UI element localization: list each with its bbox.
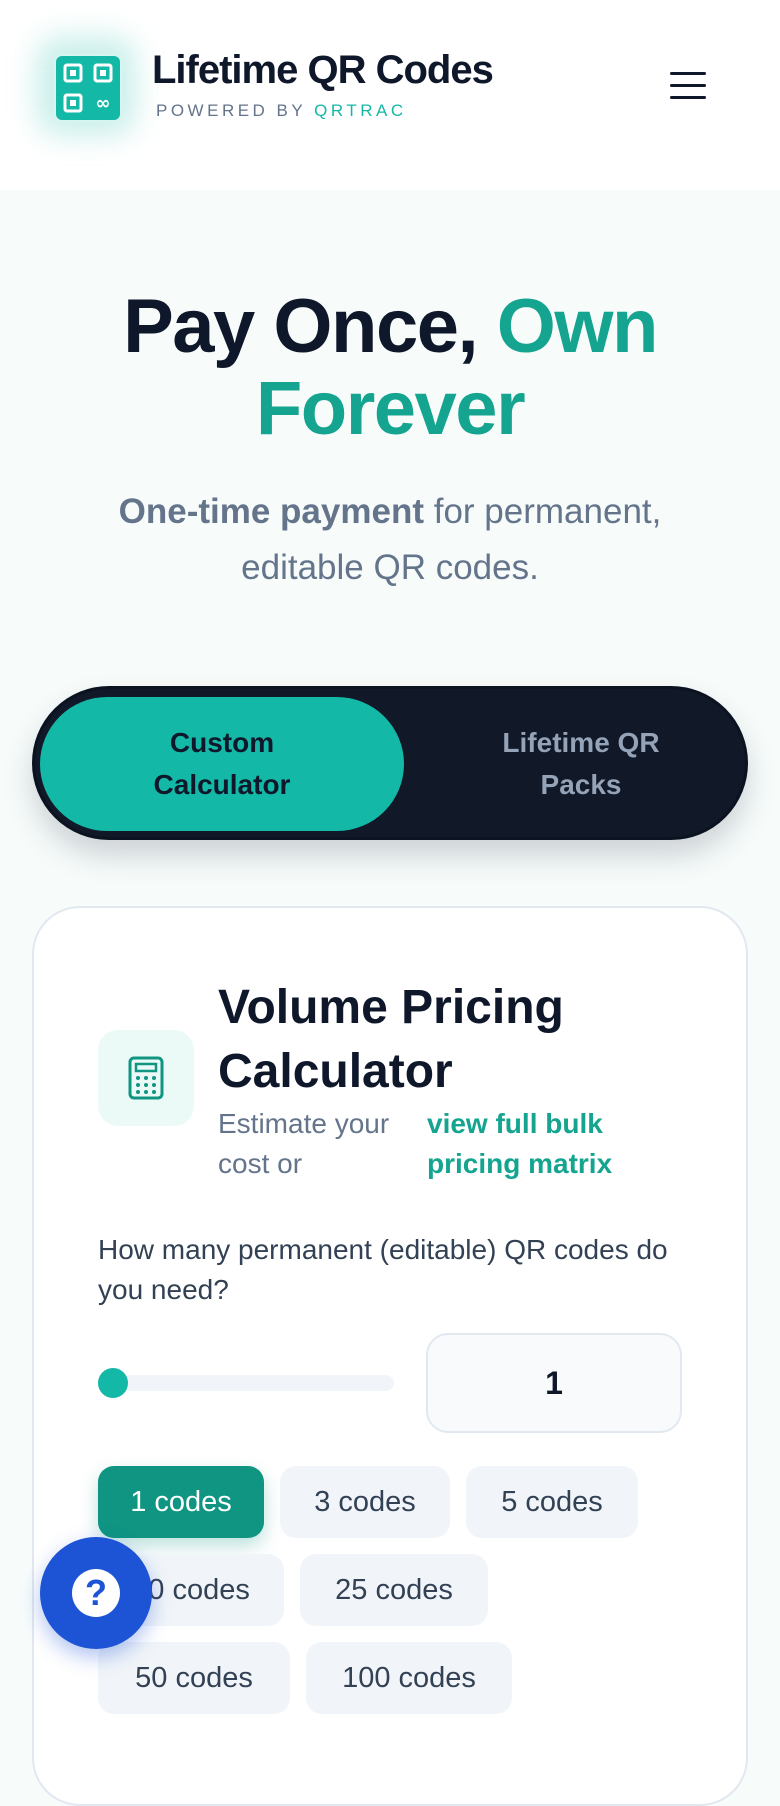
hero-subtitle: One-time payment for permanent, editable… — [70, 484, 710, 596]
logo-qr-icon[interactable]: ∞ — [56, 56, 120, 120]
quantity-slider[interactable] — [98, 1375, 394, 1391]
svg-text:∞: ∞ — [96, 93, 111, 114]
tab-custom-calculator-label: Custom Calculator — [153, 727, 291, 800]
calculator-title: Volume Pricing Calculator — [218, 981, 564, 1098]
site-header: ∞ Lifetime QR Codes POWERED BY QRTRAC — [0, 0, 780, 190]
tab-lifetime-qr-packs[interactable]: Lifetime QR Packs — [399, 697, 763, 831]
calculator-description: Estimate your cost or — [218, 1108, 390, 1179]
quantity-input[interactable] — [426, 1333, 682, 1433]
hero-title: Pay Once, Own Forever — [0, 286, 780, 450]
tab-lifetime-qr-packs-label: Lifetime QR Packs — [502, 727, 660, 800]
powered-by-brand[interactable]: QRTRAC — [314, 101, 406, 120]
brand-title: Lifetime QR Codes — [152, 48, 494, 92]
quantity-question: How many permanent (editable) QR codes d… — [98, 1234, 668, 1305]
chip-100-codes[interactable]: 100 codes — [306, 1642, 512, 1714]
hero-title-green-1: Own — [496, 284, 659, 369]
hero-subtitle-bold: One-time payment — [118, 492, 424, 531]
powered-by: POWERED BY QRTRAC — [156, 101, 407, 121]
bulk-pricing-matrix-link[interactable]: view full bulk pricing matrix — [427, 1104, 647, 1184]
calculator-icon — [98, 1030, 194, 1126]
help-button[interactable]: ? — [40, 1537, 152, 1649]
powered-by-prefix: POWERED BY — [156, 101, 306, 120]
chip-25-codes[interactable]: 25 codes — [300, 1554, 488, 1626]
hero-title-green-2: Forever — [255, 366, 526, 451]
chip-5-codes[interactable]: 5 codes — [466, 1466, 638, 1538]
tab-custom-calculator[interactable]: Custom Calculator — [40, 697, 404, 831]
hero-title-dark: Pay Once, — [123, 284, 479, 369]
help-icon: ? — [72, 1569, 120, 1617]
chip-3-codes[interactable]: 3 codes — [280, 1466, 450, 1538]
chip-50-codes[interactable]: 50 codes — [98, 1642, 290, 1714]
chip-1-codes[interactable]: 1 codes — [98, 1466, 264, 1538]
pricing-mode-toggle: Custom Calculator Lifetime QR Packs — [32, 686, 748, 840]
qr-infinity-icon: ∞ — [63, 63, 113, 114]
hamburger-menu-icon[interactable] — [668, 66, 708, 106]
slider-thumb[interactable] — [98, 1368, 128, 1398]
